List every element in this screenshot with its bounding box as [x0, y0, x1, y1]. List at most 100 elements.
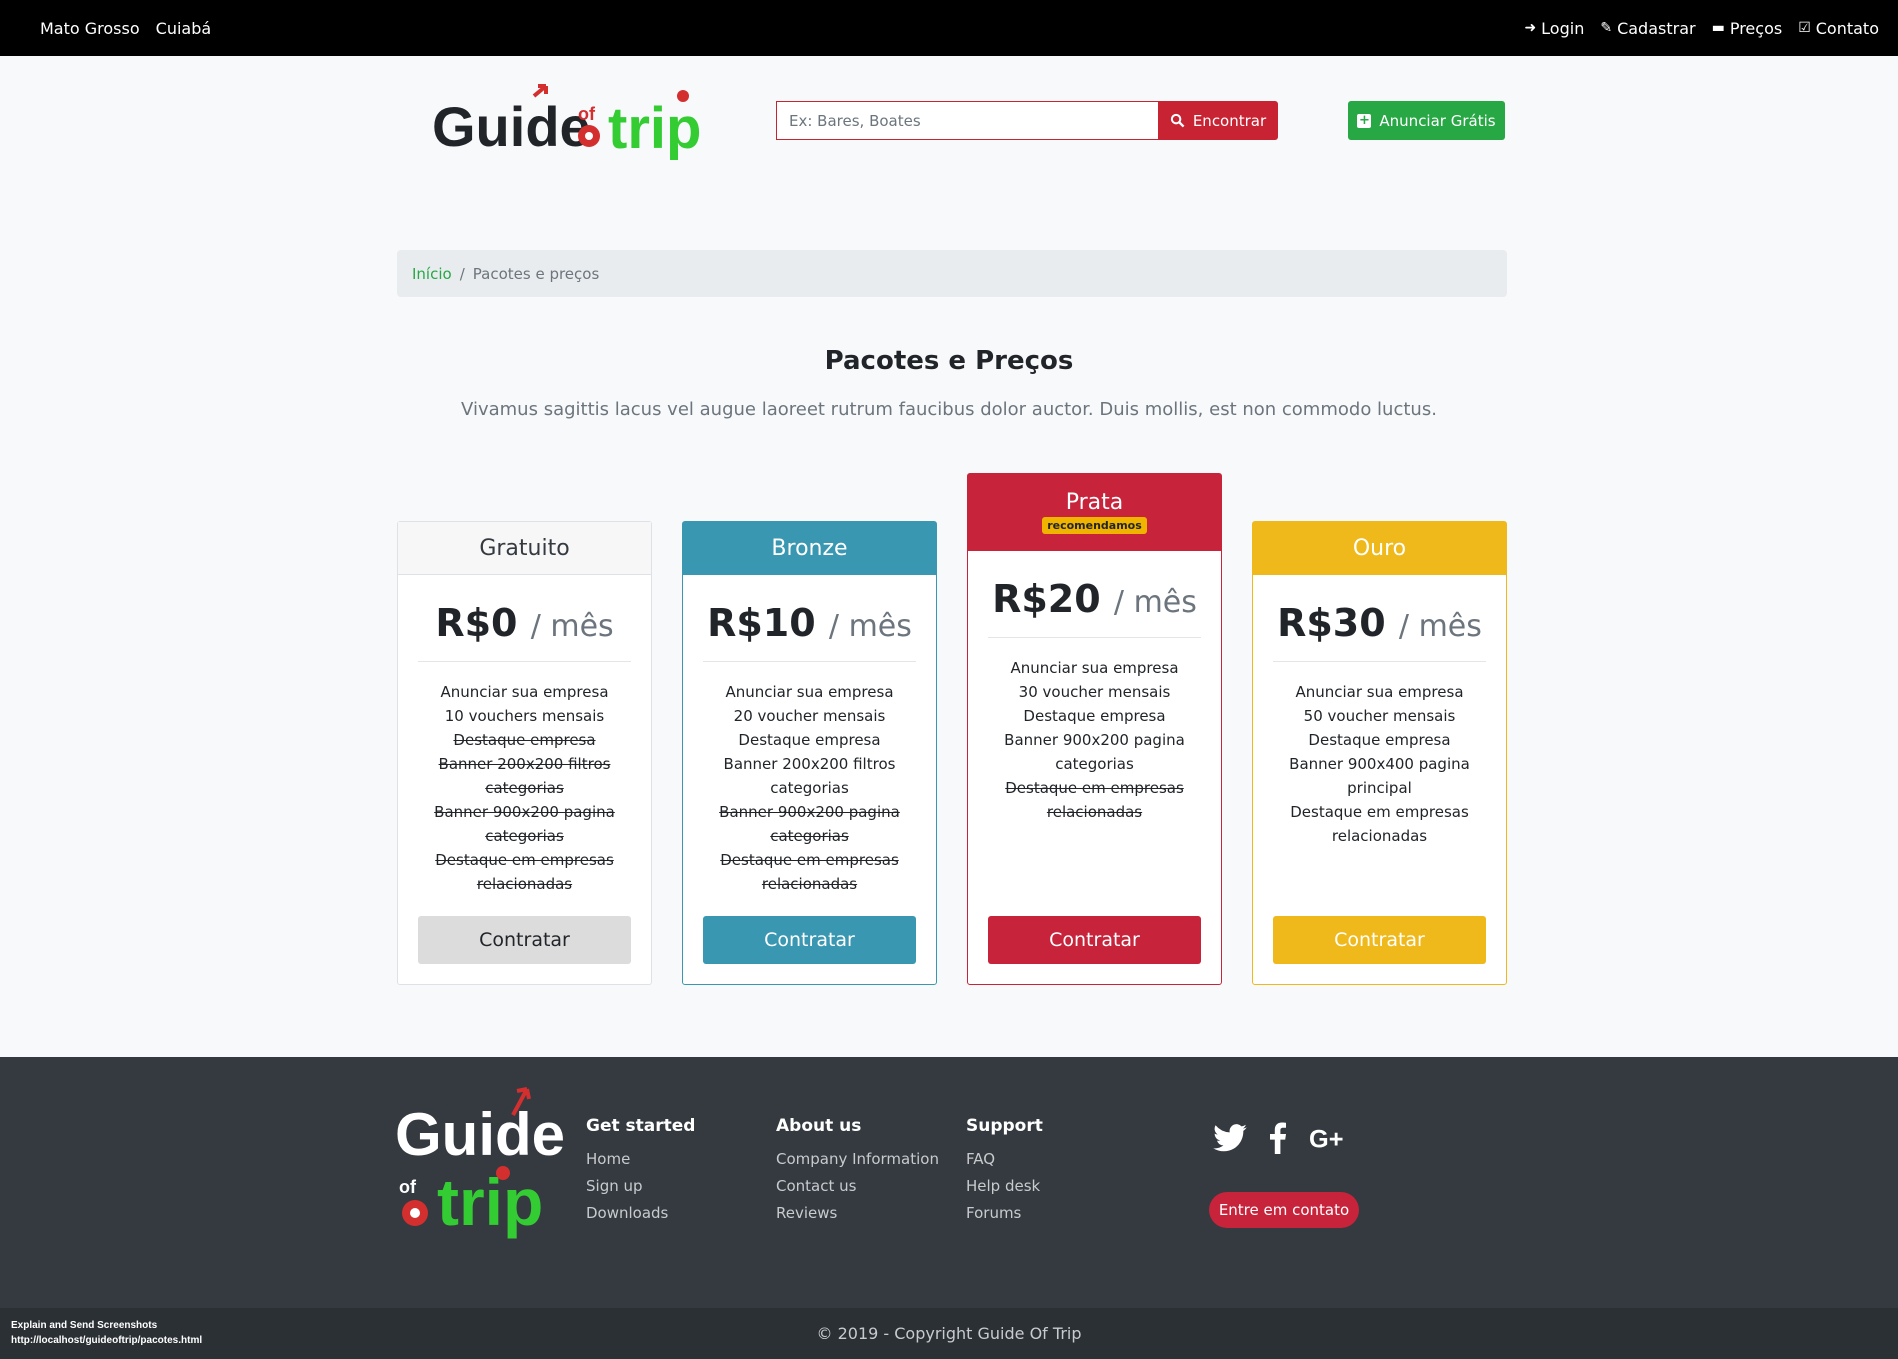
footer-link-company[interactable]: Company Information: [776, 1146, 939, 1173]
footer-logo[interactable]: Guide of trip: [395, 1085, 565, 1243]
footer-link-forums[interactable]: Forums: [966, 1200, 1043, 1227]
breadcrumb-current: Pacotes e preços: [472, 264, 600, 283]
plan-price: R$10 / mês: [703, 601, 916, 662]
footer-col-get-started: Get started Home Sign up Downloads: [586, 1116, 695, 1227]
feature-item: Destaque empresa: [738, 731, 881, 749]
contact-icon: ☑: [1798, 20, 1811, 36]
social-links: G+: [1213, 1122, 1349, 1154]
footer-link-downloads[interactable]: Downloads: [586, 1200, 695, 1227]
login-icon: ➜: [1524, 20, 1537, 36]
feature-item: Banner 900x200 pagina categorias: [434, 803, 615, 845]
plan-price: R$30 / mês: [1273, 601, 1486, 662]
search-button[interactable]: Encontrar: [1158, 101, 1278, 140]
footer-col-about: About us Company Information Contact us …: [776, 1116, 939, 1227]
contract-button-prata[interactable]: Contratar: [988, 916, 1201, 964]
guide-of-trip-logo[interactable]: Guide of trip: [430, 78, 720, 168]
feature-item: Banner 900x400 pagina principal: [1289, 755, 1470, 797]
contract-button-ouro[interactable]: Contratar: [1273, 916, 1486, 964]
footer: [0, 1057, 1898, 1308]
footer-heading: Support: [966, 1116, 1043, 1136]
footer-heading: Get started: [586, 1116, 696, 1136]
breadcrumb-home[interactable]: Início: [412, 265, 452, 283]
overlay-url: http://localhost/guideoftrip/pacotes.htm…: [11, 1335, 203, 1346]
overlay-title: Explain and Send Screenshots: [11, 1320, 158, 1331]
copyright: © 2019 - Copyright Guide Of Trip: [816, 1324, 1082, 1343]
plan-name: Prata: [1065, 490, 1124, 515]
screenshot-overlay: Explain and Send Screenshots http://loca…: [11, 1318, 202, 1348]
page-subtitle: Vivamus sagittis lacus vel augue laoreet…: [461, 399, 1437, 420]
footer-link-signup[interactable]: Sign up: [586, 1173, 695, 1200]
feature-item: Banner 900x200 pagina categorias: [719, 803, 900, 845]
plan-name: Ouro: [1253, 522, 1506, 575]
google-plus-icon[interactable]: G+: [1309, 1124, 1349, 1152]
feature-item: Destaque em empresas relacionadas: [720, 851, 899, 893]
feature-item: 10 vouchers mensais: [444, 707, 605, 725]
feature-list: Anunciar sua empresa 20 voucher mensais De…: [683, 680, 936, 896]
feature-item: 50 voucher mensais: [1303, 707, 1456, 725]
contact-link[interactable]: ☑ Contato: [1798, 19, 1879, 38]
top-nav: ➜ Login ✎ Cadastrar ▬ Preços ☑ Contato: [1524, 0, 1879, 56]
plan-price: R$0 / mês: [418, 601, 631, 662]
plan-card-bronze: Bronze R$10 / mês Anunciar sua empresa 20…: [682, 521, 937, 985]
recommended-badge: recomendamos: [1042, 517, 1147, 534]
feature-list: Anunciar sua empresa 30 voucher mensais De…: [968, 656, 1221, 824]
feature-item: Destaque empresa: [453, 731, 596, 749]
search-bar: Encontrar: [776, 101, 1278, 140]
footer-link-contact[interactable]: Contact us: [776, 1173, 939, 1200]
feature-item: Destaque em empresas relacionadas: [435, 851, 614, 893]
register-link[interactable]: ✎ Cadastrar: [1600, 19, 1695, 38]
footer-link-reviews[interactable]: Reviews: [776, 1200, 939, 1227]
feature-item: 20 voucher mensais: [733, 707, 886, 725]
plan-card-gratuito: Gratuito R$0 / mês Anunciar sua empresa 1…: [397, 521, 652, 985]
feature-list: Anunciar sua empresa 50 voucher mensais De…: [1253, 680, 1506, 848]
feature-item: Destaque empresa: [1308, 731, 1451, 749]
footer-heading: About us: [776, 1116, 862, 1136]
svg-text:of: of: [399, 1177, 417, 1197]
login-link[interactable]: ➜ Login: [1524, 19, 1584, 38]
plan-name: Gratuito: [398, 522, 651, 575]
contract-button-gratuito[interactable]: Contratar: [418, 916, 631, 964]
breadcrumb: Início / Pacotes e preços: [397, 250, 1507, 297]
location: Mato Grosso Cuiabá: [40, 0, 211, 56]
feature-item: Destaque em empresas relacionadas: [1290, 803, 1469, 845]
plan-name: Bronze: [683, 522, 936, 575]
plan-header: Prata recomendamos: [968, 474, 1221, 551]
feature-item: Anunciar sua empresa: [725, 683, 894, 701]
facebook-icon[interactable]: [1269, 1122, 1287, 1154]
footer-link-home[interactable]: Home: [586, 1146, 695, 1173]
svg-text:trip: trip: [437, 1165, 543, 1239]
plus-square-icon: +: [1357, 112, 1372, 128]
plan-card-ouro: Ouro R$30 / mês Anunciar sua empresa 50 v…: [1252, 521, 1507, 985]
svg-text:Guide: Guide: [395, 1101, 565, 1168]
feature-item: Anunciar sua empresa: [1010, 659, 1179, 677]
contact-us-button[interactable]: Entre em contato: [1209, 1192, 1359, 1228]
contract-button-bronze[interactable]: Contratar: [703, 916, 916, 964]
top-bar: Mato Grosso Cuiabá ➜ Login ✎ Cadastrar ▬ Pr…: [0, 0, 1898, 56]
breadcrumb-separator: /: [459, 264, 465, 283]
plan-price: R$20 / mês: [988, 577, 1201, 638]
feature-list: Anunciar sua empresa 10 vouchers mensais D…: [398, 680, 651, 896]
search-icon: [1170, 113, 1185, 128]
edit-icon: ✎: [1600, 20, 1613, 36]
footer-link-faq[interactable]: FAQ: [966, 1146, 1043, 1173]
twitter-icon[interactable]: [1213, 1124, 1247, 1152]
feature-item: Banner 200x200 filtros categorias: [438, 755, 611, 797]
feature-item: Banner 900x200 pagina categorias: [1004, 731, 1185, 773]
search-input[interactable]: [776, 101, 1158, 140]
feature-item: 30 voucher mensais: [1018, 683, 1171, 701]
plan-card-prata: Prata recomendamos R$20 / mês Anunciar s…: [967, 473, 1222, 985]
prices-link[interactable]: ▬ Preços: [1712, 19, 1783, 38]
feature-item: Destaque em empresas relacionadas: [1005, 779, 1184, 821]
footer-col-support: Support FAQ Help desk Forums: [966, 1116, 1043, 1227]
svg-text:trip: trip: [608, 96, 701, 161]
feature-item: Anunciar sua empresa: [1295, 683, 1464, 701]
announce-free-button[interactable]: + Anunciar Grátis: [1348, 101, 1505, 140]
svg-text:G+: G+: [1309, 1125, 1344, 1152]
page-title: Pacotes e Preços: [824, 346, 1074, 376]
footer-link-helpdesk[interactable]: Help desk: [966, 1173, 1043, 1200]
city-link[interactable]: Cuiabá: [156, 19, 212, 38]
svg-text:of: of: [578, 104, 596, 124]
state-link[interactable]: Mato Grosso: [40, 19, 140, 38]
feature-item: Banner 200x200 filtros categorias: [723, 755, 896, 797]
credit-card-icon: ▬: [1711, 20, 1725, 36]
